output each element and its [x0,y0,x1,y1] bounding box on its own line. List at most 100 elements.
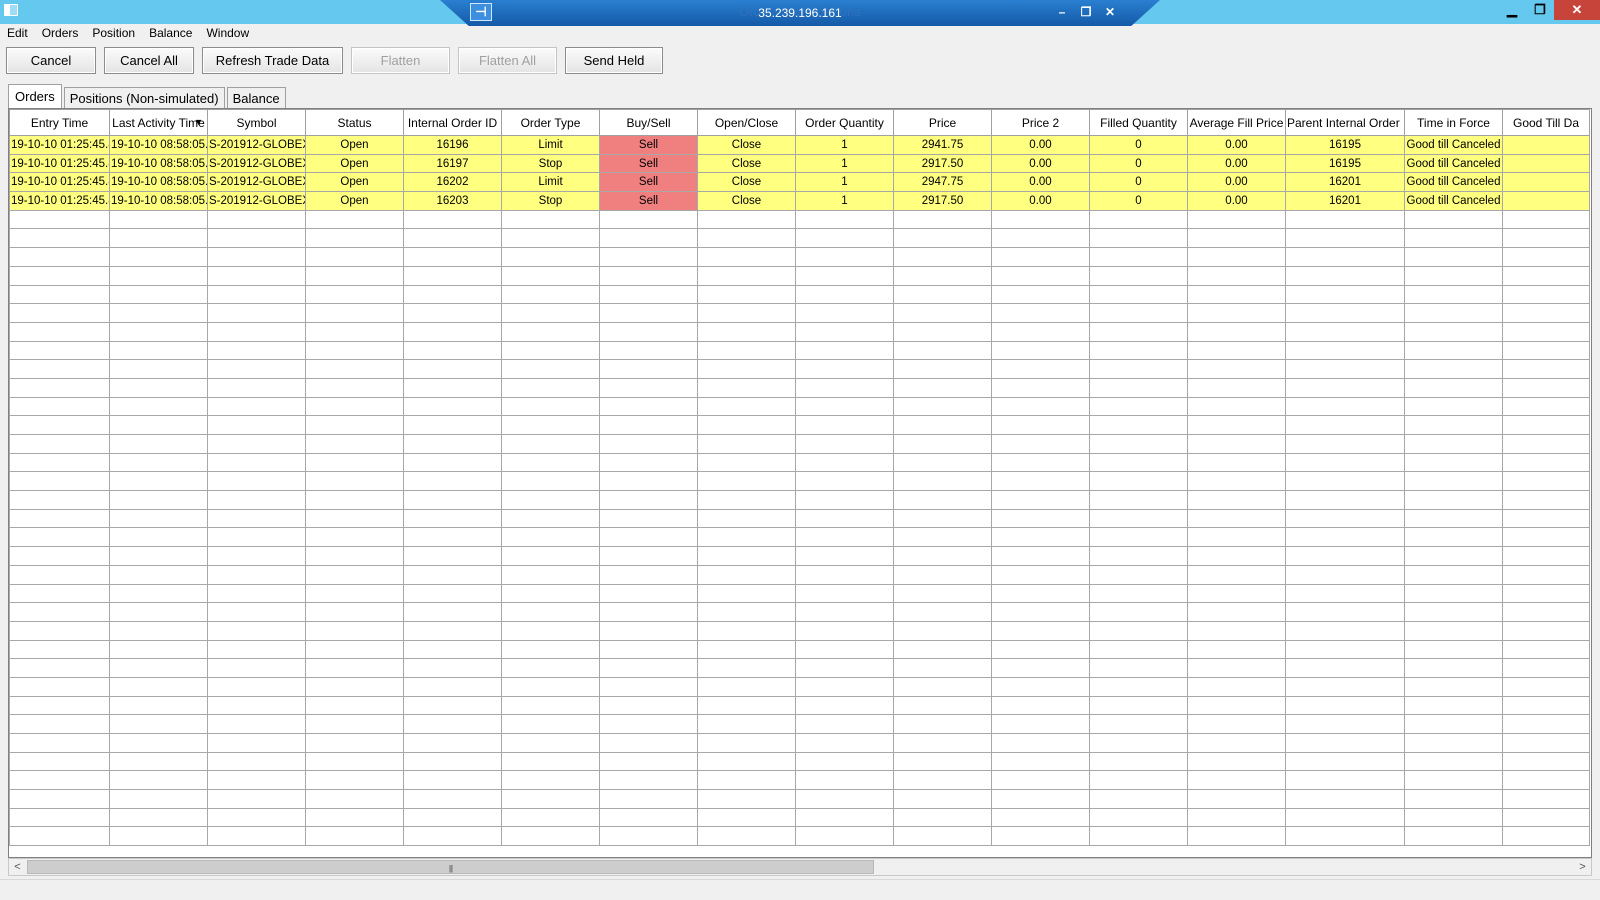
order-row[interactable]: 19-10-10 01:25:45.8 19-10-10 08:58:05.7 S-… [9,135,1590,155]
refresh-trade-data-button[interactable]: Refresh Trade Data [202,47,343,74]
table-cell [991,209,1090,230]
table-cell [1502,471,1590,492]
empty-row[interactable] [9,265,1590,286]
table-cell [305,751,404,772]
table-cell [207,452,306,473]
menu-window[interactable]: Window [199,24,256,42]
column-header[interactable]: Filled Quantity [1089,109,1188,136]
scrollbar-thumb[interactable]: ||| [27,860,874,874]
empty-row[interactable] [9,284,1590,305]
empty-row[interactable] [9,751,1590,772]
empty-row[interactable] [9,695,1590,716]
column-header[interactable]: Average Fill Price [1187,109,1286,136]
table-cell [109,546,208,566]
empty-row[interactable] [9,508,1590,529]
menu-orders[interactable]: Orders [35,24,86,42]
order-row[interactable]: 19-10-10 01:25:45.8 19-10-10 08:58:05.7 S-… [9,153,1590,174]
column-header[interactable]: Status [305,109,404,136]
table-cell [305,415,404,435]
empty-row[interactable] [9,247,1590,267]
column-header[interactable]: Parent Internal Order ID [1285,109,1405,136]
tab-orders[interactable]: Orders [8,84,62,108]
flatten-button[interactable]: Flatten [351,47,450,74]
empty-row[interactable] [9,303,1590,323]
table-cell [1187,826,1286,847]
empty-row[interactable] [9,452,1590,473]
empty-row[interactable] [9,209,1590,230]
empty-row[interactable] [9,807,1590,828]
empty-row[interactable] [9,583,1590,604]
rd-restore-button[interactable]: ❐ [1076,3,1096,21]
column-header[interactable]: Price 2 [991,109,1090,136]
flatten-all-button[interactable]: Flatten All [458,47,557,74]
empty-row[interactable] [9,546,1590,566]
table-cell [697,751,796,772]
restore-button[interactable]: ❐ [1526,0,1554,20]
empty-row[interactable] [9,564,1590,585]
column-header[interactable]: Buy/Sell [599,109,698,136]
empty-row[interactable] [9,434,1590,454]
cancel-button[interactable]: Cancel [6,47,96,74]
menu-edit[interactable]: Edit [0,24,35,42]
column-header[interactable]: Symbol [207,109,306,136]
empty-row[interactable] [9,490,1590,510]
column-header[interactable]: Order Type [501,109,600,136]
empty-row[interactable] [9,321,1590,342]
app-icon[interactable] [4,4,18,16]
column-header[interactable]: Internal Order ID [403,109,502,136]
menu-position[interactable]: Position [85,24,142,42]
empty-row[interactable] [9,396,1590,417]
empty-row[interactable] [9,789,1590,809]
empty-row[interactable] [9,770,1590,791]
table-cell: Good till Canceled [1404,153,1503,174]
close-button[interactable]: ✕ [1554,0,1600,20]
column-header[interactable]: Good Till Da [1502,109,1590,136]
column-header[interactable]: Price [893,109,992,136]
sort-descending-icon: ▼ [194,117,203,127]
table-cell: 1 [795,135,894,155]
empty-row[interactable] [9,471,1590,492]
menu-balance[interactable]: Balance [142,24,199,42]
empty-row[interactable] [9,415,1590,435]
scroll-right-icon[interactable]: > [1574,859,1591,875]
rd-close-button[interactable]: ✕ [1100,3,1120,21]
table-cell [893,546,992,566]
table-cell: 16203 [403,191,502,211]
empty-row[interactable] [9,340,1590,361]
rd-minimize-button[interactable]: – [1052,3,1072,21]
send-held-button[interactable]: Send Held [565,47,663,74]
empty-row[interactable] [9,639,1590,660]
empty-row[interactable] [9,228,1590,249]
table-cell [893,228,992,249]
order-row[interactable]: 19-10-10 01:25:45.8 19-10-10 08:58:05.7 S-… [9,172,1590,193]
empty-row[interactable] [9,377,1590,398]
empty-row[interactable] [9,527,1590,548]
table-cell [207,658,306,678]
minimize-button[interactable]: ▁ [1498,0,1526,20]
table-cell [305,377,404,398]
empty-row[interactable] [9,714,1590,734]
pin-icon[interactable]: ⊣ [470,3,492,21]
column-header[interactable]: Open/Close [697,109,796,136]
scroll-left-icon[interactable]: < [9,859,26,875]
column-header[interactable]: Time in Force [1404,109,1503,136]
table-cell [991,284,1090,305]
column-header[interactable]: Last Activity Time ▼ [109,109,208,136]
empty-row[interactable] [9,676,1590,697]
tab-balance[interactable]: Balance [226,87,286,108]
table-cell [1285,247,1405,267]
empty-row[interactable] [9,826,1590,847]
horizontal-scrollbar[interactable]: < ||| > [8,858,1592,876]
order-row[interactable]: 19-10-10 01:25:45.8 19-10-10 08:58:05.7 S-… [9,191,1590,211]
empty-row[interactable] [9,658,1590,678]
empty-row[interactable] [9,602,1590,622]
empty-row[interactable] [9,620,1590,641]
column-header[interactable]: Entry Time [9,109,110,136]
column-header[interactable]: Order Quantity [795,109,894,136]
empty-row[interactable] [9,733,1590,753]
table-cell [109,434,208,454]
empty-row[interactable] [9,359,1590,379]
cancel-all-button[interactable]: Cancel All [104,47,194,74]
tab-positions[interactable]: Positions (Non-simulated) [63,87,225,108]
table-cell [1285,602,1405,622]
